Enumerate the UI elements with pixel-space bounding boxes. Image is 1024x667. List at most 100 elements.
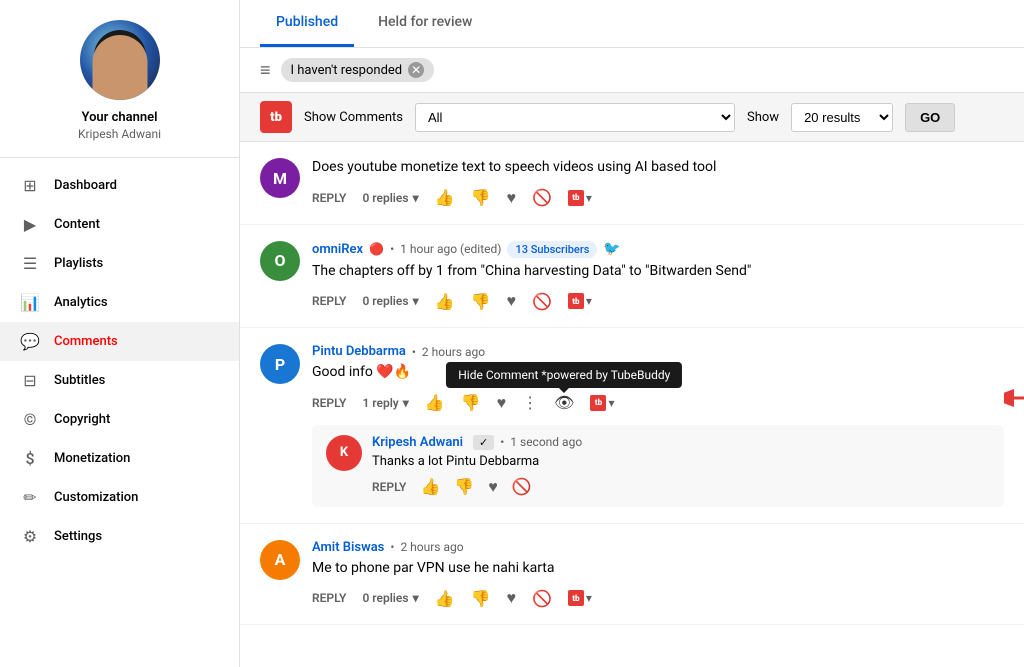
sidebar-item-analytics[interactable]: 📊 Analytics [0, 283, 239, 322]
author-row: Amit Biswas • 2 hours ago [312, 540, 1004, 555]
reply-body: Kripesh Adwani ✓ • 1 second ago Thanks a… [372, 435, 990, 497]
thumbs-down-icon[interactable]: 👎 [471, 188, 491, 207]
reply-button[interactable]: REPLY [312, 294, 346, 308]
thumbs-down-icon[interactable]: 👎 [454, 477, 474, 496]
heart-icon[interactable]: ♥ [506, 188, 516, 208]
filter-bar: ≡ I haven't responded ✕ [240, 48, 1024, 93]
thumbs-up-icon[interactable]: 👍 [420, 477, 440, 496]
sidebar-item-label: Dashboard [54, 178, 117, 193]
sidebar-item-copyright[interactable]: © Copyright [0, 400, 239, 439]
avatar: M [260, 158, 300, 198]
sidebar-item-label: Analytics [54, 295, 108, 310]
reply-author[interactable]: Kripesh Adwani [372, 435, 463, 450]
channel-name: Your channel [81, 110, 157, 125]
red-arrow [1004, 373, 1024, 423]
three-dots-icon[interactable]: ⋮ [522, 393, 538, 412]
reply-block: K Kripesh Adwani ✓ • 1 second ago Thanks… [312, 425, 1004, 507]
show-label: Show [747, 110, 779, 125]
chevron-down-icon: ▾ [403, 396, 409, 410]
sidebar-item-label: Content [54, 217, 100, 232]
sidebar: Your channel Kripesh Adwani ⊞ Dashboard … [0, 0, 240, 667]
replies-toggle[interactable]: 0 replies ▾ [362, 294, 418, 308]
results-select[interactable]: 20 results 50 results 100 results [791, 103, 893, 132]
subtitles-icon: ⊟ [20, 371, 40, 390]
hide-icon[interactable]: 🚫 [512, 477, 532, 496]
reply-button[interactable]: REPLY [312, 396, 346, 410]
sidebar-item-playlists[interactable]: ☰ Playlists [0, 244, 239, 283]
sidebar-item-subtitles[interactable]: ⊟ Subtitles [0, 361, 239, 400]
chevron-down-icon: ▾ [413, 591, 419, 605]
thumbs-down-icon[interactable]: 👎 [461, 393, 481, 412]
replies-count: 1 reply [362, 396, 398, 410]
hide-comment-icon[interactable]: 👁 [554, 393, 574, 412]
comment-body: Does youtube monetize text to speech vid… [312, 158, 1004, 208]
hide-icon[interactable]: 🚫 [532, 589, 552, 608]
filter-chip: I haven't responded ✕ [281, 58, 435, 82]
reply-button[interactable]: REPLY [312, 591, 346, 605]
sidebar-item-label: Subtitles [54, 373, 105, 388]
dashboard-icon: ⊞ [20, 176, 40, 195]
author-row: Pintu Debbarma • 2 hours ago [312, 344, 1004, 359]
thumbs-up-icon[interactable]: 👍 [425, 393, 445, 412]
hide-icon[interactable]: 🚫 [532, 188, 552, 207]
tubebuddy-action-icon[interactable]: tb ▾ [568, 190, 592, 206]
comment-author[interactable]: Amit Biswas [312, 540, 384, 555]
replies-toggle[interactable]: 0 replies ▾ [362, 191, 418, 205]
replies-count: 0 replies [362, 191, 408, 205]
reply-button[interactable]: REPLY [312, 191, 346, 205]
sidebar-item-customization[interactable]: ✏ Customization [0, 478, 239, 517]
copyright-icon: © [20, 410, 40, 429]
comment-time: 2 hours ago [400, 540, 463, 554]
thumbs-up-icon[interactable]: 👍 [435, 292, 455, 311]
comment-author[interactable]: Pintu Debbarma [312, 344, 406, 359]
content-icon: ▶ [20, 215, 40, 234]
comment-block-4: A Amit Biswas • 2 hours ago Me to phone … [240, 524, 1024, 626]
show-comments-select[interactable]: All Questions Unread [415, 103, 735, 132]
customization-icon: ✏ [20, 488, 40, 507]
sidebar-item-content[interactable]: ▶ Content [0, 205, 239, 244]
tubebuddy-action-icon[interactable]: tb ▾ [590, 395, 614, 411]
thumbs-up-icon[interactable]: 👍 [435, 188, 455, 207]
owner-badge: ✓ [473, 435, 494, 450]
thumbs-down-icon[interactable]: 👎 [471, 589, 491, 608]
sidebar-item-label: Copyright [54, 412, 110, 427]
reply-button[interactable]: REPLY [372, 480, 406, 494]
sidebar-item-monetization[interactable]: $ Monetization [0, 439, 239, 478]
comment-actions: REPLY 0 replies ▾ 👍 👎 ♥ 🚫 tb ▾ [312, 291, 1004, 311]
hide-icon[interactable]: 🚫 [532, 292, 552, 311]
comment-author[interactable]: omniRex [312, 242, 363, 257]
replies-count: 0 replies [362, 591, 408, 605]
filter-icon[interactable]: ≡ [260, 60, 271, 81]
channel-link-icon[interactable]: 🐦 [603, 241, 620, 257]
sidebar-item-label: Monetization [54, 451, 130, 466]
filter-chip-label: I haven't responded [291, 63, 403, 78]
heart-icon[interactable]: ♥ [506, 588, 516, 608]
tab-published[interactable]: Published [260, 0, 354, 47]
thumbs-down-icon[interactable]: 👎 [471, 292, 491, 311]
comment-actions: REPLY 1 reply ▾ 👍 👎 ♥ ⋮ 👁 Hide Comment *… [312, 393, 1004, 413]
comment-row: P Pintu Debbarma • 2 hours ago Good info… [260, 344, 1004, 413]
avatar: P [260, 344, 300, 384]
comment-time: 2 hours ago [422, 345, 485, 359]
heart-icon[interactable]: ♥ [497, 393, 507, 413]
tubebuddy-action-icon[interactable]: tb ▾ [568, 293, 592, 309]
reply-avatar: K [326, 435, 362, 471]
sidebar-item-label: Playlists [54, 256, 103, 271]
sidebar-item-settings[interactable]: ⚙ Settings [0, 517, 239, 556]
sidebar-item-dashboard[interactable]: ⊞ Dashboard [0, 166, 239, 205]
author-row: omniRex 🔴 • 1 hour ago (edited) 13 Subsc… [312, 241, 1004, 258]
settings-icon: ⚙ [20, 527, 40, 546]
go-button[interactable]: GO [905, 103, 955, 132]
avatar: O [260, 241, 300, 281]
comment-actions: REPLY 0 replies ▾ 👍 👎 ♥ 🚫 tb ▾ [312, 188, 1004, 208]
replies-toggle[interactable]: 1 reply ▾ [362, 396, 408, 410]
filter-chip-close-button[interactable]: ✕ [408, 62, 424, 78]
replies-toggle[interactable]: 0 replies ▾ [362, 591, 418, 605]
sidebar-item-comments[interactable]: 💬 Comments [0, 322, 239, 361]
tubebuddy-action-icon[interactable]: tb ▾ [568, 590, 592, 606]
comment-row: A Amit Biswas • 2 hours ago Me to phone … [260, 540, 1004, 609]
heart-icon[interactable]: ♥ [488, 477, 498, 497]
thumbs-up-icon[interactable]: 👍 [435, 589, 455, 608]
heart-icon[interactable]: ♥ [506, 291, 516, 311]
tab-held-for-review[interactable]: Held for review [362, 0, 488, 47]
